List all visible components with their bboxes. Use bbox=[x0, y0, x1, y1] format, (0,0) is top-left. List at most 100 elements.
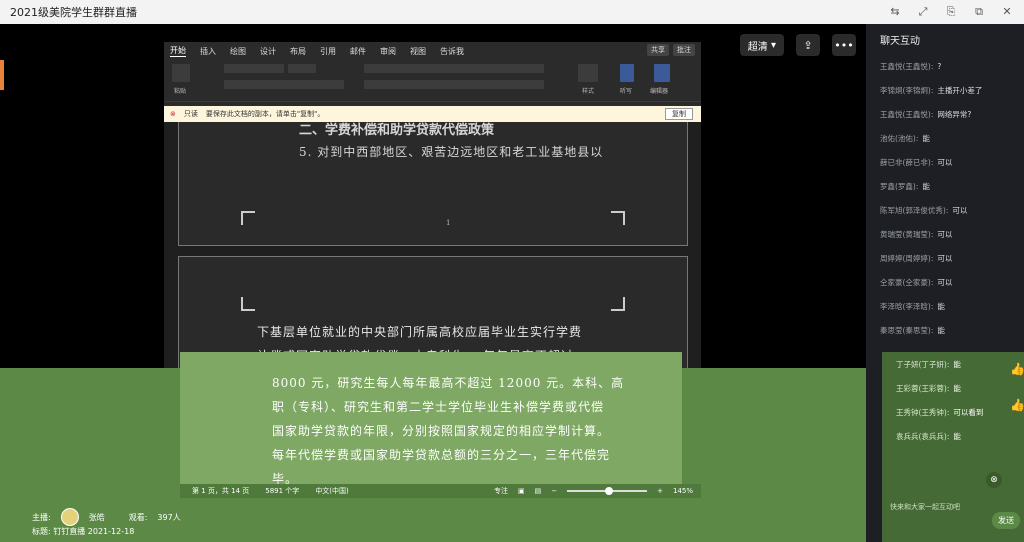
pin-icon[interactable]: ⎘ bbox=[944, 5, 958, 19]
like-icon[interactable]: 👍 bbox=[1010, 398, 1024, 412]
avatar[interactable] bbox=[60, 508, 79, 526]
web-layout-icon[interactable]: ▤ bbox=[535, 487, 542, 495]
chat-sender: 李锦炯(李锦炯): bbox=[880, 85, 934, 95]
chat-text: 可以看到 bbox=[953, 407, 984, 417]
tab-view[interactable]: 视图 bbox=[410, 46, 426, 57]
video-toolbar: 超清 ▾ ⇪ ••• bbox=[739, 34, 856, 56]
zoom-level: 145% bbox=[672, 487, 693, 495]
more-button[interactable]: ••• bbox=[832, 34, 856, 56]
chat-input[interactable]: 快来和大家一起互动吧 bbox=[890, 502, 960, 512]
quality-select[interactable]: 超清 ▾ bbox=[739, 34, 784, 56]
print-layout-icon[interactable]: ▣ bbox=[518, 487, 525, 495]
chat-sender: 李泽晗(李泽晗): bbox=[880, 301, 934, 311]
zoom-slider-knob[interactable] bbox=[605, 487, 614, 495]
chat-text: 可以 bbox=[937, 157, 953, 167]
paragraph-line: 8000 元，研究生每人每年最高不超过 12000 元。本科、高 bbox=[272, 376, 625, 390]
close-icon[interactable]: ⊗ bbox=[170, 110, 176, 118]
chat-sender: 陈军旭(郭泽俊优秀): bbox=[880, 205, 949, 215]
like-icon[interactable]: 👍 bbox=[1010, 362, 1024, 376]
tab-home[interactable]: 开始 bbox=[170, 45, 186, 57]
paragraph-line: 下基层单位就业的中央部门所属高校应届毕业生实行学费 bbox=[257, 325, 583, 339]
paragraph-buttons[interactable] bbox=[364, 64, 544, 73]
chat-sender: 池佑(池佑): bbox=[880, 133, 919, 143]
chat-text: 能 bbox=[922, 133, 930, 143]
chat-sender: 王秀钟(王秀钟): bbox=[896, 407, 950, 417]
editor-icon[interactable] bbox=[654, 64, 670, 82]
styles-icon[interactable] bbox=[578, 64, 598, 82]
close-icon[interactable]: ✕ bbox=[1000, 5, 1014, 19]
word-status-bar: 第 1 页，共 14 页 5891 个字 中文(中国) 专注 ▣ ▤ − + 1… bbox=[180, 484, 701, 498]
video-area[interactable]: 开始 插入 绘图 设计 布局 引用 邮件 审阅 视图 告诉我 共享 批注 粘贴 bbox=[0, 24, 866, 368]
comments-button[interactable]: 批注 bbox=[673, 44, 695, 56]
chat-sender: 秦思莹(秦思莹): bbox=[880, 325, 934, 335]
chat-sender: 王鑫悦(王鑫悦): bbox=[880, 61, 934, 71]
paste-icon[interactable] bbox=[172, 64, 190, 82]
tab-tell-me[interactable]: 告诉我 bbox=[440, 46, 464, 57]
zoom-out-icon[interactable]: − bbox=[551, 487, 557, 495]
chat-message: 池佑(池佑): 能 bbox=[866, 126, 1024, 150]
tab-layout[interactable]: 布局 bbox=[290, 46, 306, 57]
dictate-icon[interactable] bbox=[620, 64, 634, 82]
read-only-infobar: ⊗ 只读 要保存此文档的副本，请单击"复制"。 复制 bbox=[164, 106, 701, 122]
font-size-select[interactable] bbox=[288, 64, 316, 73]
focus-button[interactable]: 专注 bbox=[494, 486, 508, 496]
title-bar: 2021级美院学生群群直播 ⇆ ⤢ ⎘ ⧉ ✕ bbox=[0, 0, 1024, 24]
share-icon[interactable]: ⇪ bbox=[796, 34, 820, 56]
chat-message: 陈军旭(郭泽俊优秀): 可以 bbox=[866, 198, 1024, 222]
styles-label: 样式 bbox=[582, 88, 595, 95]
stream-title-label: 标题: bbox=[32, 527, 51, 536]
ribbon-body: 粘贴 样式 听写 编辑器 bbox=[164, 60, 701, 102]
send-button[interactable]: 发送 bbox=[992, 512, 1020, 529]
chat-message: 李泽晗(李泽晗): 能 bbox=[866, 294, 1024, 318]
tab-references[interactable]: 引用 bbox=[320, 46, 336, 57]
chat-text: 可以 bbox=[937, 277, 953, 287]
stream-title: 钉钉直播 2021-12-18 bbox=[53, 527, 135, 536]
zoom-in-icon[interactable]: + bbox=[657, 487, 663, 495]
share-screen-icon[interactable]: ⇆ bbox=[888, 5, 902, 19]
tab-insert[interactable]: 插入 bbox=[200, 46, 216, 57]
chat-sender: 王鑫悦(王鑫悦): bbox=[880, 109, 934, 119]
chat-sender: 丁子妍(丁子妍): bbox=[896, 359, 950, 369]
chat-text: 能 bbox=[953, 359, 961, 369]
chat-sender: 周婷婷(周婷婷): bbox=[880, 253, 934, 263]
infobar-message: 要保存此文档的副本，请单击"复制"。 bbox=[205, 110, 325, 118]
chat-lower-section: 丁子妍(丁子妍): 能 王彩蓉(王彩蓉): 能 王秀钟(王秀钟): 可以看到 袁兵兵(… bbox=[882, 352, 1024, 542]
dictate-label: 听写 bbox=[620, 88, 633, 95]
chat-message: 李锦炯(李锦炯): 主播开小差了 bbox=[866, 78, 1024, 102]
copy-button[interactable]: 复制 bbox=[665, 108, 693, 120]
font-format-buttons[interactable] bbox=[224, 80, 344, 89]
tab-mailings[interactable]: 邮件 bbox=[350, 46, 366, 57]
chat-text: 能 bbox=[953, 431, 961, 441]
read-only-label: 只读 bbox=[183, 110, 198, 118]
tab-design[interactable]: 设计 bbox=[260, 46, 276, 57]
tab-review[interactable]: 审阅 bbox=[380, 46, 396, 57]
restore-icon[interactable]: ⧉ bbox=[972, 5, 986, 19]
chat-text: 能 bbox=[922, 181, 930, 191]
paragraph-line: 国家助学贷款的年限，分别按照国家规定的相应学制计算。 bbox=[272, 424, 611, 438]
live-stream-window: { "window": { "title": "2021级美院学生群群直播", … bbox=[0, 0, 1024, 542]
chat-sender: 薛已非(薛已非): bbox=[880, 157, 934, 167]
chat-message-list[interactable]: 王鑫悦(王鑫悦):? 李锦炯(李锦炯): 主播开小差了 王鑫悦(王鑫悦): 网络异常… bbox=[866, 54, 1024, 342]
link-icon[interactable]: ⊗ bbox=[986, 472, 1002, 488]
word-count: 5891 个字 bbox=[265, 487, 300, 495]
crop-mark bbox=[241, 297, 255, 311]
paragraph-line: 职（专科）、研究生和第二学士学位毕业生补偿学费或代偿 bbox=[272, 400, 605, 414]
section-heading: 二、学费补偿和助学贷款代偿政策 bbox=[299, 123, 495, 138]
font-name-select[interactable] bbox=[224, 64, 284, 73]
chat-message: 黄瑞莹(黄瑞莹): 可以 bbox=[866, 222, 1024, 246]
alignment-buttons[interactable] bbox=[364, 80, 544, 89]
editor-label: 编辑器 bbox=[650, 88, 669, 95]
viewer-count: 397人 bbox=[157, 512, 181, 522]
document-area[interactable]: 二、学费补偿和助学贷款代偿政策 5. 对到中西部地区、艰苦边远地区和老工业基地县… bbox=[164, 122, 701, 368]
tab-draw[interactable]: 绘图 bbox=[230, 46, 246, 57]
expand-icon[interactable]: ⤢ bbox=[916, 5, 930, 19]
host-name: 张皓 bbox=[88, 512, 105, 522]
chat-text: ? bbox=[937, 61, 942, 71]
zoom-slider[interactable] bbox=[567, 487, 648, 495]
chat-text: 可以 bbox=[937, 229, 953, 239]
share-button[interactable]: 共享 bbox=[647, 44, 669, 56]
chat-message: 王彩蓉(王彩蓉): 能 bbox=[882, 376, 1024, 400]
page-count: 第 1 页，共 14 页 bbox=[192, 487, 250, 495]
chat-text: 可以 bbox=[952, 205, 968, 215]
chat-message-list[interactable]: 丁子妍(丁子妍): 能 王彩蓉(王彩蓉): 能 王秀钟(王秀钟): 可以看到 袁兵兵(… bbox=[882, 352, 1024, 448]
